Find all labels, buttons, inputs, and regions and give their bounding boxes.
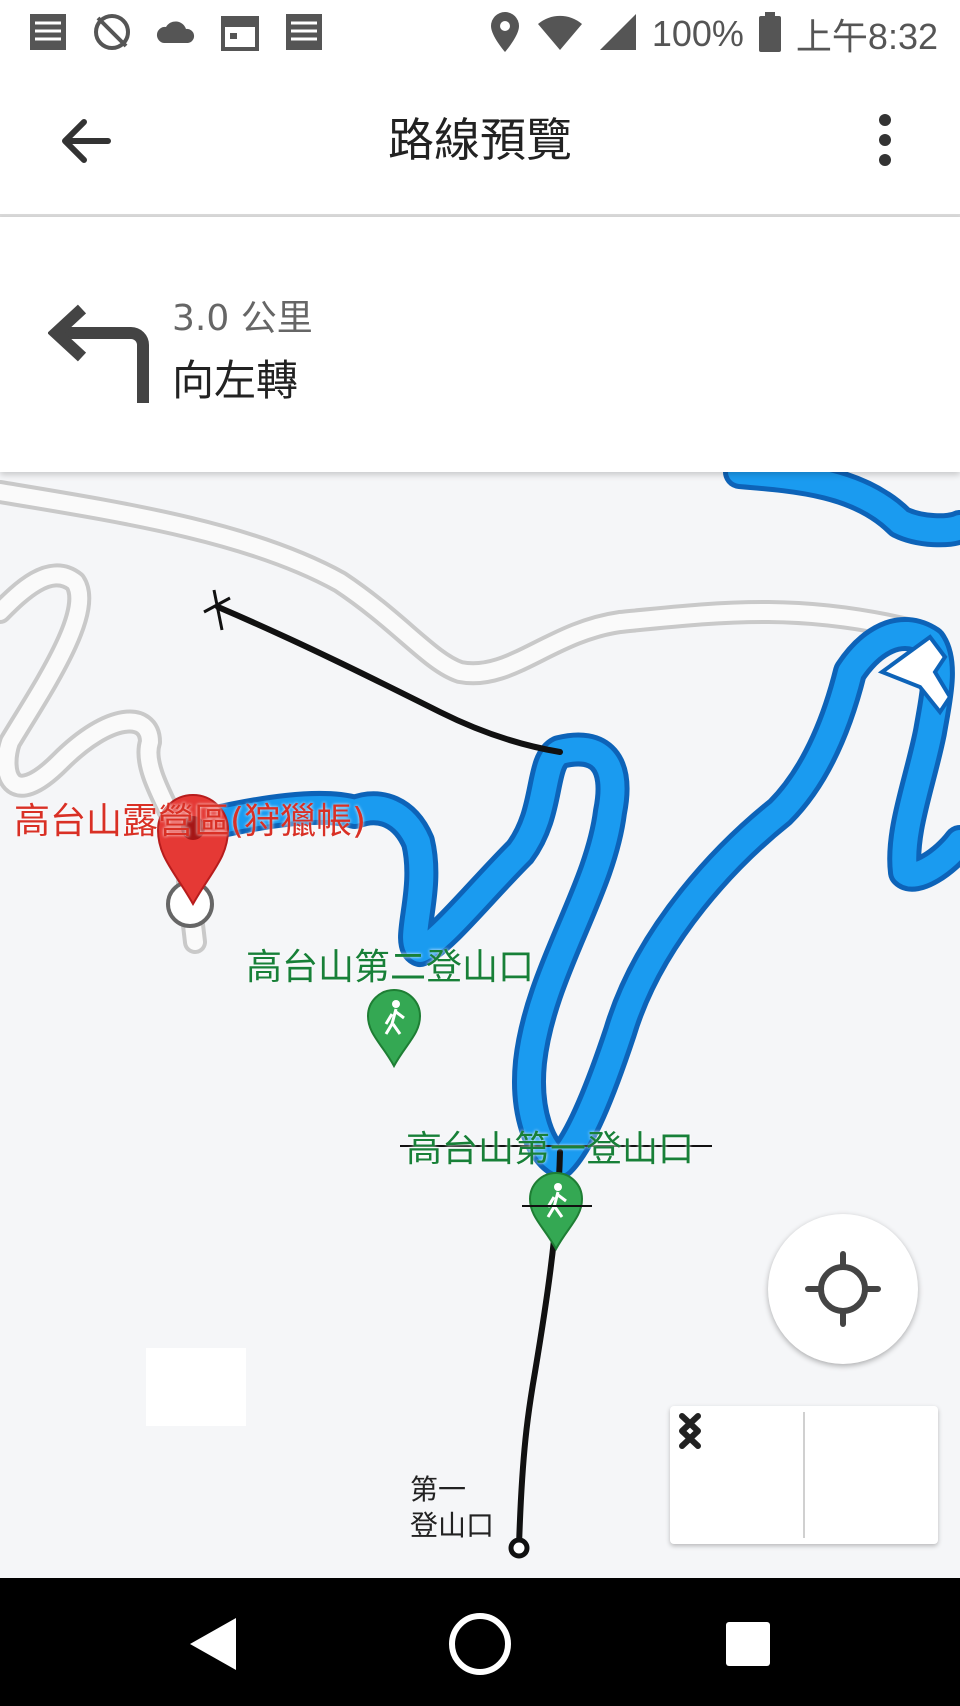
back-triangle-icon	[190, 1618, 236, 1670]
wifi-icon	[536, 12, 584, 56]
step-instruction: 向左轉	[172, 356, 299, 405]
system-navigation-bar	[0, 1578, 960, 1706]
vpn-icon	[90, 10, 134, 54]
destination-label[interactable]: 高台山露營區(狩獵帳)	[14, 792, 366, 844]
step-distance: 3.0 公里	[172, 298, 313, 339]
notification-icon	[26, 10, 70, 54]
system-home-button[interactable]	[444, 1608, 516, 1680]
handwritten-label: 第一 登山口	[410, 1472, 494, 1544]
clock: 上午8:32	[795, 16, 938, 57]
signal-icon	[598, 12, 638, 56]
battery-text: 100%	[651, 13, 744, 54]
system-back-button[interactable]	[176, 1608, 248, 1680]
handwritten-label-line1: 第一	[410, 1473, 467, 1506]
step-navigation-controls	[670, 1406, 938, 1544]
system-recents-button[interactable]	[712, 1608, 784, 1680]
app-bar: 路線預覽	[0, 66, 960, 217]
more-options-button[interactable]	[860, 110, 910, 170]
status-bar: 100% 上午8:32	[0, 0, 960, 66]
map-blank-patch	[146, 1348, 246, 1426]
more-vert-icon	[879, 114, 891, 166]
trailhead-1-label[interactable]: 高台山第一登山口	[406, 1120, 694, 1172]
trailhead-1-marker[interactable]	[522, 1172, 592, 1252]
next-step-button[interactable]	[679, 1406, 938, 1544]
navigation-step-card[interactable]: 3.0 公里 向左轉	[0, 217, 960, 472]
annotation-endpoint	[508, 1537, 530, 1559]
handwritten-label-line2: 登山口	[410, 1509, 495, 1542]
chevron-right-icon	[679, 1413, 701, 1449]
map-view[interactable]: 高台山露營區(狩獵帳) 高台山第二登山口 高台山第一登山口 第一 登山口	[0, 472, 960, 1578]
trailhead-2-label[interactable]: 高台山第二登山口	[246, 938, 534, 990]
home-circle-icon	[449, 1613, 511, 1675]
calendar-icon	[218, 10, 262, 54]
battery-icon	[758, 11, 782, 57]
location-icon	[488, 10, 522, 58]
page-title: 路線預覽	[388, 113, 572, 167]
my-location-button[interactable]	[768, 1214, 918, 1364]
recents-square-icon	[726, 1622, 770, 1666]
crosshair-icon	[805, 1251, 881, 1327]
cloud-icon	[154, 10, 198, 54]
notification-icon	[282, 10, 326, 54]
turn-left-icon	[48, 304, 149, 403]
trailhead-2-marker[interactable]	[366, 989, 422, 1069]
